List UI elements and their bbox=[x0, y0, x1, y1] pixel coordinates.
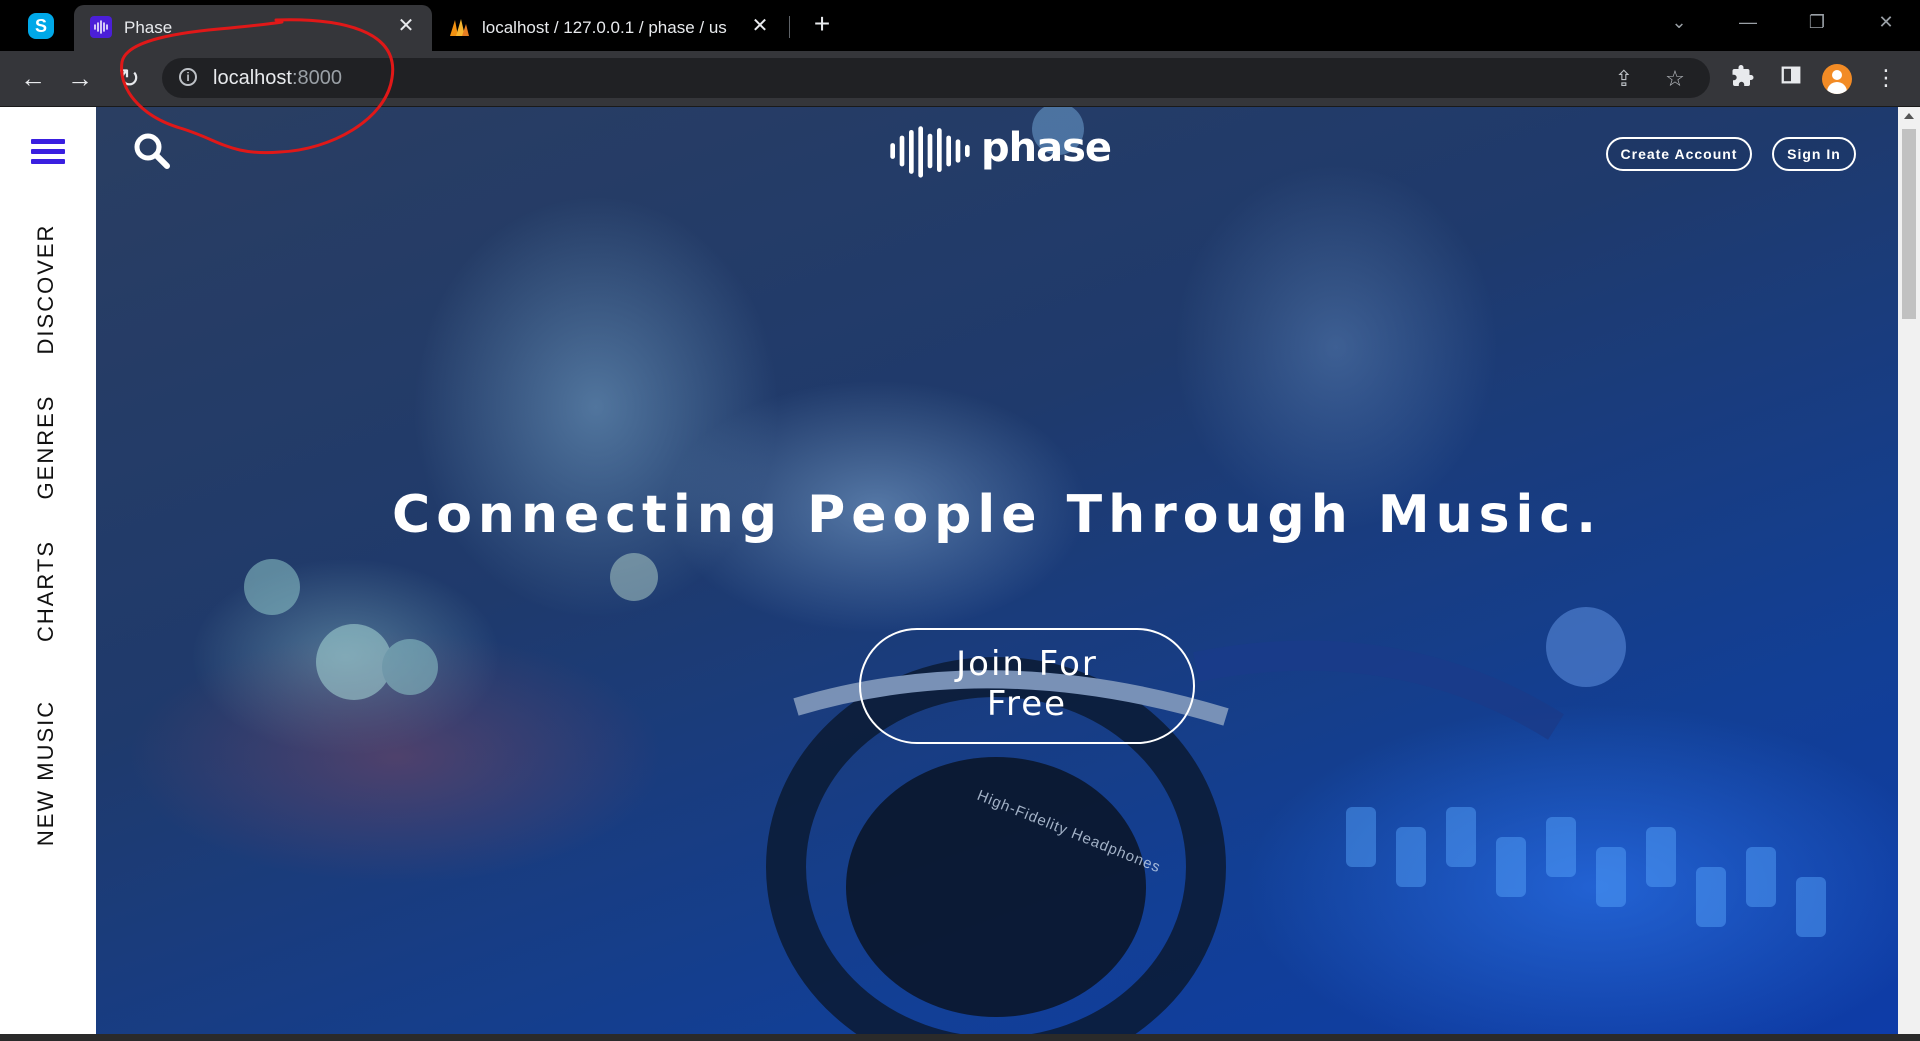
profile-avatar-icon[interactable] bbox=[1822, 64, 1852, 94]
left-sidebar: DISCOVER GENRES CHARTS NEW MUSIC bbox=[0, 107, 96, 1034]
tab-strip: S Phase ✕ localhost / 127.0.0.1 / phase … bbox=[0, 0, 1920, 51]
page-viewport: DISCOVER GENRES CHARTS NEW MUSIC phase C… bbox=[0, 107, 1898, 1034]
scrollbar-thumb[interactable] bbox=[1902, 129, 1916, 319]
address-bar[interactable]: i localhost:8000 ⇪ ☆ bbox=[162, 58, 1710, 98]
window-close-icon[interactable]: ✕ bbox=[1866, 8, 1906, 36]
window-bottom-edge bbox=[0, 1034, 1920, 1041]
phpmyadmin-favicon-icon bbox=[448, 16, 470, 38]
close-icon[interactable]: ✕ bbox=[394, 14, 418, 38]
sidebar-item-discover[interactable]: DISCOVER bbox=[33, 224, 59, 355]
sign-in-button[interactable]: Sign In bbox=[1772, 137, 1856, 171]
tab-phpmyadmin[interactable]: localhost / 127.0.0.1 / phase / use ✕ bbox=[432, 5, 786, 51]
logo-wordmark[interactable]: phase bbox=[981, 125, 1112, 171]
join-for-free-button[interactable]: Join For Free bbox=[859, 628, 1195, 744]
back-arrow-icon[interactable]: ← bbox=[17, 63, 49, 95]
forward-arrow-icon[interactable]: → bbox=[64, 63, 96, 95]
url-host: localhost bbox=[213, 67, 292, 89]
hamburger-menu-icon[interactable] bbox=[31, 139, 65, 169]
create-account-button[interactable]: Create Account bbox=[1606, 137, 1752, 171]
search-icon[interactable] bbox=[132, 131, 172, 171]
info-icon[interactable]: i bbox=[179, 68, 197, 86]
phase-logo-icon[interactable] bbox=[884, 123, 976, 179]
share-icon[interactable]: ⇪ bbox=[1613, 68, 1635, 90]
hero-headline: Connecting People Through Music. bbox=[392, 485, 1602, 545]
close-icon[interactable]: ✕ bbox=[748, 14, 772, 38]
side-panel-icon[interactable] bbox=[1777, 64, 1805, 92]
star-icon[interactable]: ☆ bbox=[1664, 68, 1686, 90]
kebab-menu-icon[interactable]: ⋮ bbox=[1872, 64, 1900, 92]
scroll-up-arrow-icon[interactable] bbox=[1904, 113, 1914, 119]
browser-toolbar: ← → ↻ i localhost:8000 ⇪ ☆ ⋮ bbox=[0, 51, 1920, 107]
reload-icon[interactable]: ↻ bbox=[113, 63, 145, 95]
page-scrollbar[interactable] bbox=[1898, 107, 1920, 1034]
url-text[interactable]: localhost:8000 bbox=[213, 67, 342, 90]
tab-phase[interactable]: Phase ✕ bbox=[74, 5, 432, 51]
phase-favicon-icon bbox=[90, 16, 112, 38]
puzzle-icon[interactable] bbox=[1729, 64, 1757, 92]
tab-title: Phase bbox=[124, 18, 173, 37]
url-port: :8000 bbox=[291, 67, 342, 89]
tab-search-icon[interactable]: ⌄ bbox=[1659, 8, 1699, 36]
restore-icon[interactable]: ❐ bbox=[1797, 8, 1837, 36]
hero-section: phase Create Account Sign In Connecting … bbox=[96, 107, 1898, 1034]
sidebar-item-genres[interactable]: GENRES bbox=[33, 395, 59, 500]
minimize-icon[interactable]: — bbox=[1728, 8, 1768, 36]
plus-icon[interactable]: + bbox=[808, 10, 836, 39]
sidebar-item-new-music[interactable]: NEW MUSIC bbox=[33, 700, 59, 846]
skype-icon[interactable]: S bbox=[28, 13, 54, 39]
hero-background-image bbox=[244, 107, 1826, 1034]
sidebar-item-charts[interactable]: CHARTS bbox=[33, 540, 59, 642]
tab-separator bbox=[789, 16, 790, 38]
tab-title: localhost / 127.0.0.1 / phase / use bbox=[482, 18, 727, 37]
